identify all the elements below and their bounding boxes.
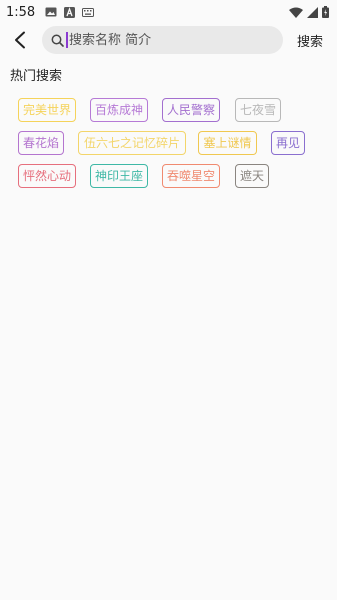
hot-tag[interactable]: 吞噬星空 (162, 164, 220, 188)
hot-tag[interactable]: 怦然心动 (18, 164, 76, 188)
search-box[interactable] (42, 26, 283, 54)
hot-tag[interactable]: 再见 (271, 131, 305, 155)
search-header: 搜索 (0, 24, 337, 56)
search-input[interactable] (69, 28, 259, 52)
text-a-icon (64, 6, 76, 18)
back-button[interactable] (8, 28, 32, 52)
hot-tag[interactable]: 完美世界 (18, 98, 76, 122)
hot-tag[interactable]: 百炼成神 (90, 98, 148, 122)
status-bar: 1:58 (0, 0, 337, 24)
hot-tag[interactable]: 遮天 (235, 164, 269, 188)
hot-tag[interactable]: 春花焰 (18, 131, 64, 155)
system-icons (289, 6, 329, 18)
hot-tag[interactable]: 七夜雪 (235, 98, 281, 122)
notification-icons (45, 6, 95, 18)
wifi-icon (289, 7, 303, 18)
hot-search-title: 热门搜索 (10, 69, 63, 84)
hot-tag[interactable]: 伍六七之记忆碎片 (78, 131, 186, 155)
keyboard-icon (82, 7, 95, 17)
hot-tag[interactable]: 神印王座 (90, 164, 148, 188)
chevron-left-icon (15, 31, 25, 49)
text-cursor (66, 32, 68, 48)
hot-tag[interactable]: 塞上谜情 (198, 131, 257, 155)
status-time: 1:58 (6, 4, 36, 20)
search-icon (51, 34, 64, 47)
signal-icon (307, 6, 318, 18)
search-button[interactable]: 搜索 (297, 31, 323, 50)
image-icon (45, 7, 57, 17)
hot-tag[interactable]: 人民警察 (162, 98, 220, 122)
battery-icon (322, 6, 329, 18)
